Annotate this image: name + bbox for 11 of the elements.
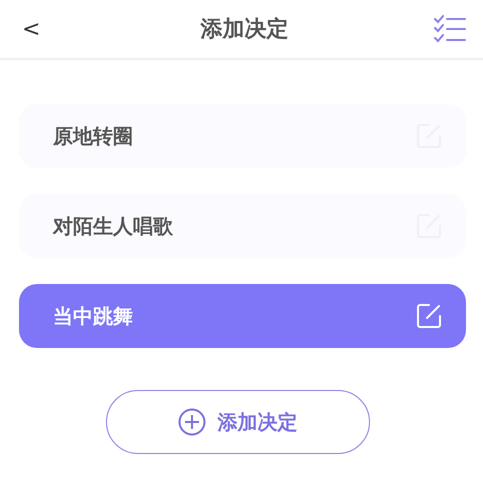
page-title: 添加决定	[200, 16, 288, 44]
decision-card[interactable]: 当中跳舞	[19, 284, 466, 348]
plus-circle-icon	[178, 408, 206, 436]
decision-label: 当中跳舞	[53, 302, 133, 330]
decision-label: 原地转圈	[53, 122, 133, 150]
decision-card[interactable]: 原地转圈	[19, 104, 466, 168]
back-button[interactable]: <	[22, 16, 40, 42]
checklist-icon[interactable]	[433, 15, 467, 43]
decision-label: 对陌生人唱歌	[53, 212, 173, 240]
add-decision-button[interactable]: 添加决定	[106, 390, 370, 454]
decision-card[interactable]: 对陌生人唱歌	[19, 194, 466, 258]
